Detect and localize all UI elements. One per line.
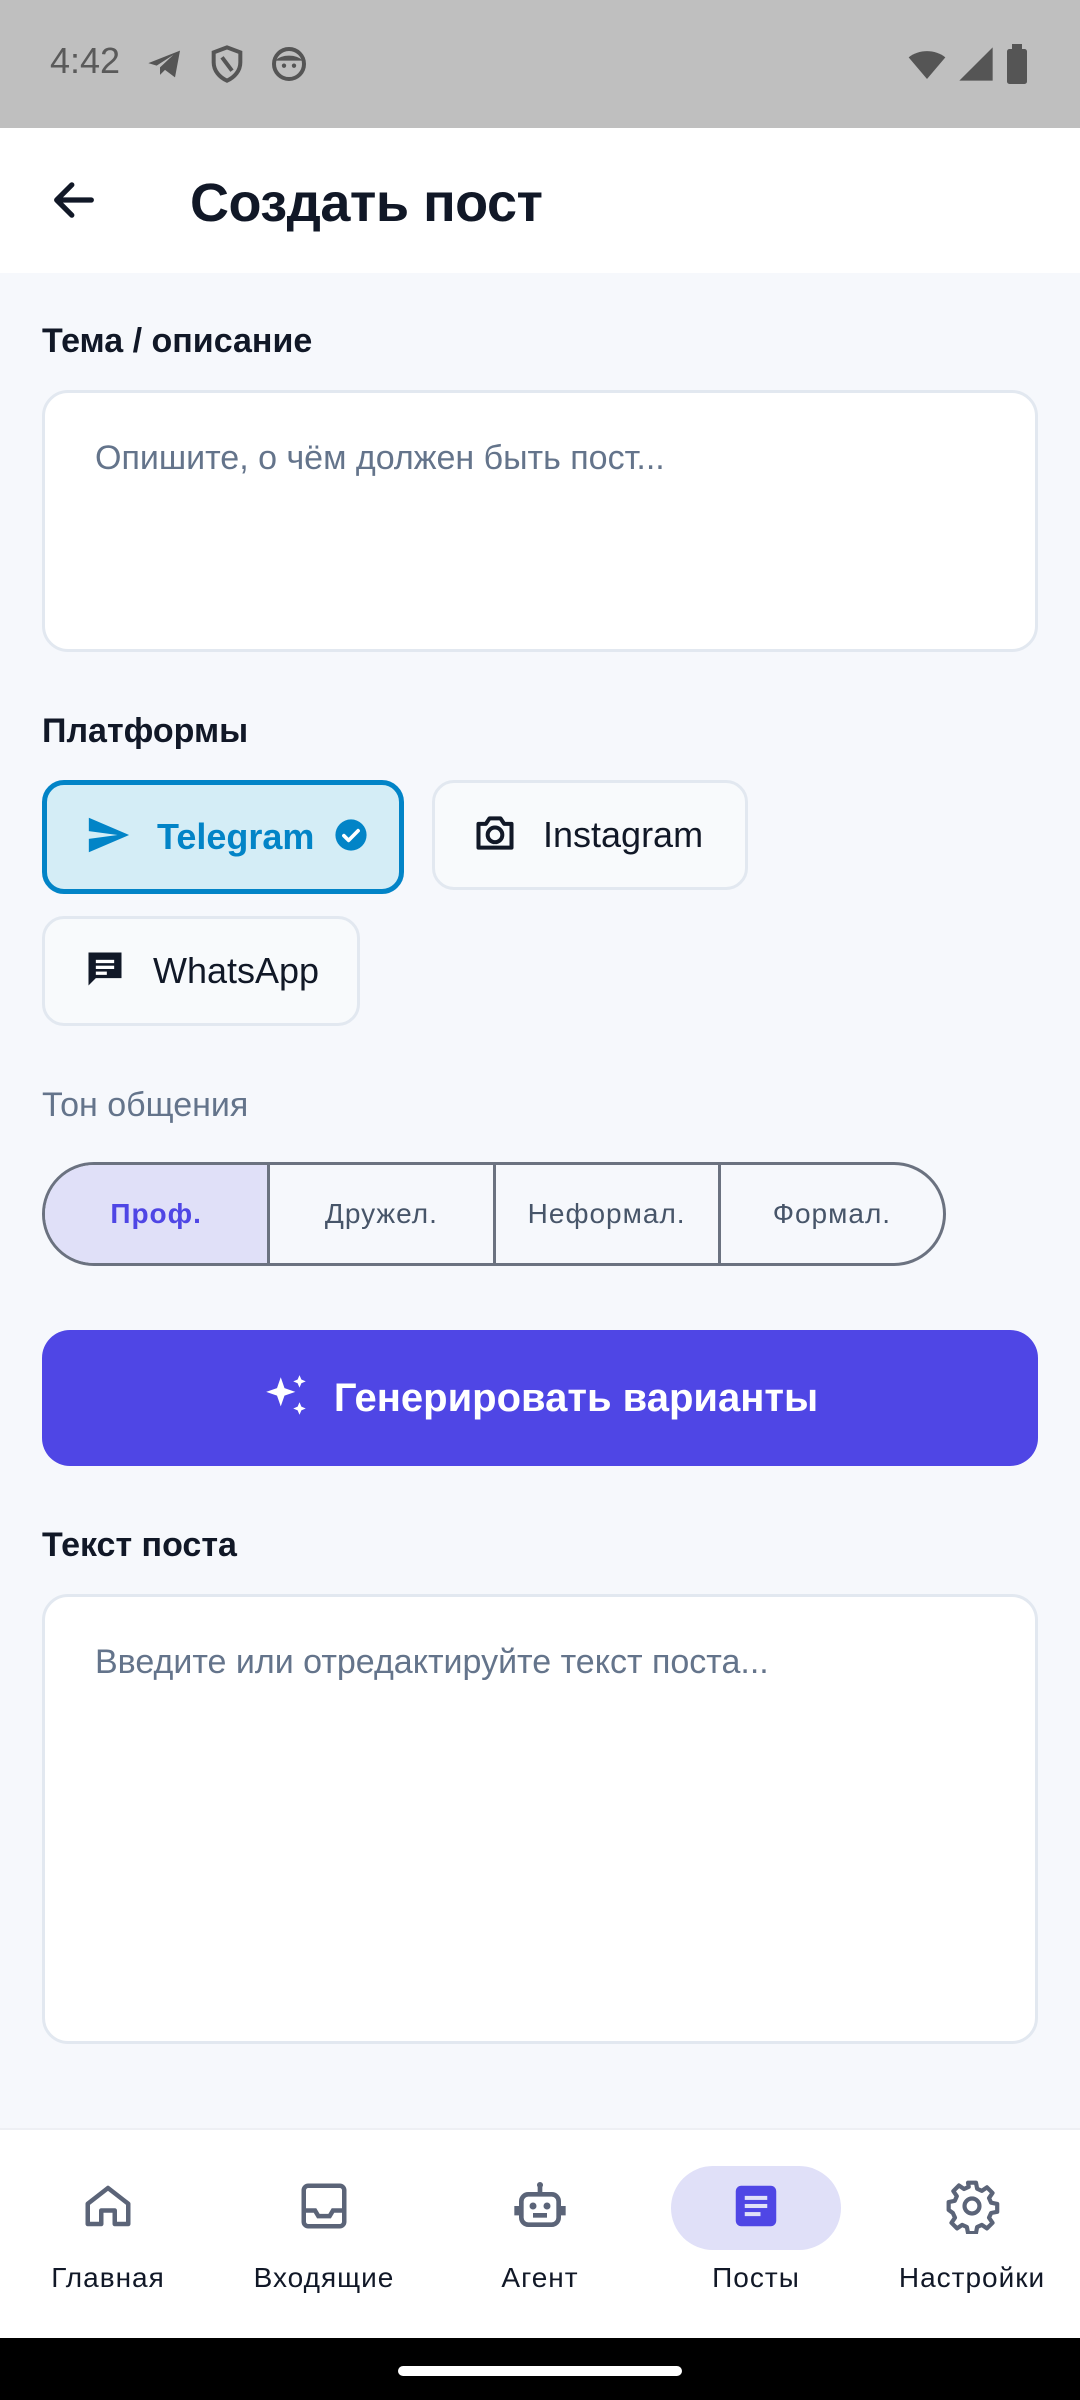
platform-chip-whatsapp[interactable]: WhatsApp bbox=[42, 916, 360, 1026]
page-title: Создать пост bbox=[190, 173, 543, 233]
chat-icon bbox=[83, 947, 127, 996]
platform-chip-label: WhatsApp bbox=[153, 950, 320, 991]
nav-icon-container bbox=[239, 2166, 409, 2250]
platform-chip-instagram[interactable]: Instagram bbox=[432, 780, 748, 890]
sparkles-icon bbox=[262, 1371, 312, 1426]
post-text-label: Текст поста bbox=[42, 1526, 237, 1564]
nav-icon-container bbox=[887, 2166, 1057, 2250]
nav-item-agent[interactable]: Агент bbox=[440, 2166, 640, 2294]
nav-icon-container bbox=[671, 2166, 841, 2250]
nav-label: Главная bbox=[51, 2262, 165, 2293]
nav-icon-container bbox=[455, 2166, 625, 2250]
back-button[interactable] bbox=[42, 170, 106, 234]
battery-icon bbox=[1004, 44, 1030, 84]
post-text-placeholder: Введите или отредактируйте текст поста..… bbox=[95, 1643, 769, 1681]
nav-label: Настройки bbox=[898, 2262, 1046, 2293]
status-bar: 4:42 bbox=[0, 0, 1080, 128]
gesture-bar bbox=[0, 2338, 1080, 2400]
post-text-input[interactable]: Введите или отредактируйте текст поста..… bbox=[42, 1594, 1038, 2044]
platform-chip-label: Instagram bbox=[543, 814, 704, 855]
tone-option-prof[interactable]: Проф. bbox=[45, 1165, 271, 1263]
tone-option-informal[interactable]: Неформал. bbox=[496, 1165, 721, 1263]
status-right-icons bbox=[906, 44, 1030, 84]
arrow-left-icon bbox=[48, 174, 100, 231]
bottom-navigation: Главная Входящие Агент Посты Настройки bbox=[0, 2128, 1080, 2338]
nav-label: Агент bbox=[501, 2262, 579, 2293]
status-left-icons bbox=[145, 44, 309, 84]
nav-label: Входящие bbox=[253, 2262, 395, 2293]
face-icon bbox=[269, 44, 309, 84]
camera-icon bbox=[473, 811, 517, 860]
wifi-icon bbox=[906, 44, 948, 84]
nav-item-settings[interactable]: Настройки bbox=[872, 2166, 1072, 2294]
nav-item-inbox[interactable]: Входящие bbox=[224, 2166, 424, 2294]
check-circle-icon bbox=[334, 818, 368, 857]
topic-placeholder: Опишите, о чём должен быть пост... bbox=[95, 439, 665, 477]
inbox-icon bbox=[297, 2179, 351, 2238]
nav-icon-container bbox=[23, 2166, 193, 2250]
robot-icon bbox=[512, 2178, 568, 2239]
status-time: 4:42 bbox=[50, 40, 121, 81]
platform-chip-label: Telegram bbox=[157, 816, 315, 857]
home-icon bbox=[81, 2179, 135, 2238]
tone-segmented-control: Проф. Дружел. Неформал. Формал. bbox=[42, 1162, 946, 1266]
nav-item-home[interactable]: Главная bbox=[8, 2166, 208, 2294]
platform-chip-telegram[interactable]: Telegram bbox=[42, 780, 404, 894]
generate-button[interactable]: Генерировать варианты bbox=[42, 1330, 1038, 1466]
telegram-icon bbox=[145, 44, 185, 84]
app-bar: Создать пост bbox=[0, 128, 1080, 273]
send-icon bbox=[85, 812, 131, 863]
topic-label: Тема / описание bbox=[42, 322, 313, 360]
tone-option-formal[interactable]: Формал. bbox=[721, 1165, 943, 1263]
nav-item-posts[interactable]: Посты bbox=[656, 2166, 856, 2294]
platforms-label: Платформы bbox=[42, 712, 249, 750]
nav-label: Посты bbox=[712, 2262, 800, 2293]
topic-input[interactable]: Опишите, о чём должен быть пост... bbox=[42, 390, 1038, 652]
signal-icon bbox=[956, 44, 996, 84]
home-gesture-handle[interactable] bbox=[398, 2366, 682, 2376]
shield-icon bbox=[207, 44, 247, 84]
article-icon bbox=[729, 2179, 783, 2238]
generate-button-label: Генерировать варианты bbox=[333, 1375, 819, 1420]
tone-label: Тон общения bbox=[42, 1086, 249, 1124]
gear-icon bbox=[944, 2178, 1000, 2239]
tone-option-friendly[interactable]: Дружел. bbox=[270, 1165, 496, 1263]
